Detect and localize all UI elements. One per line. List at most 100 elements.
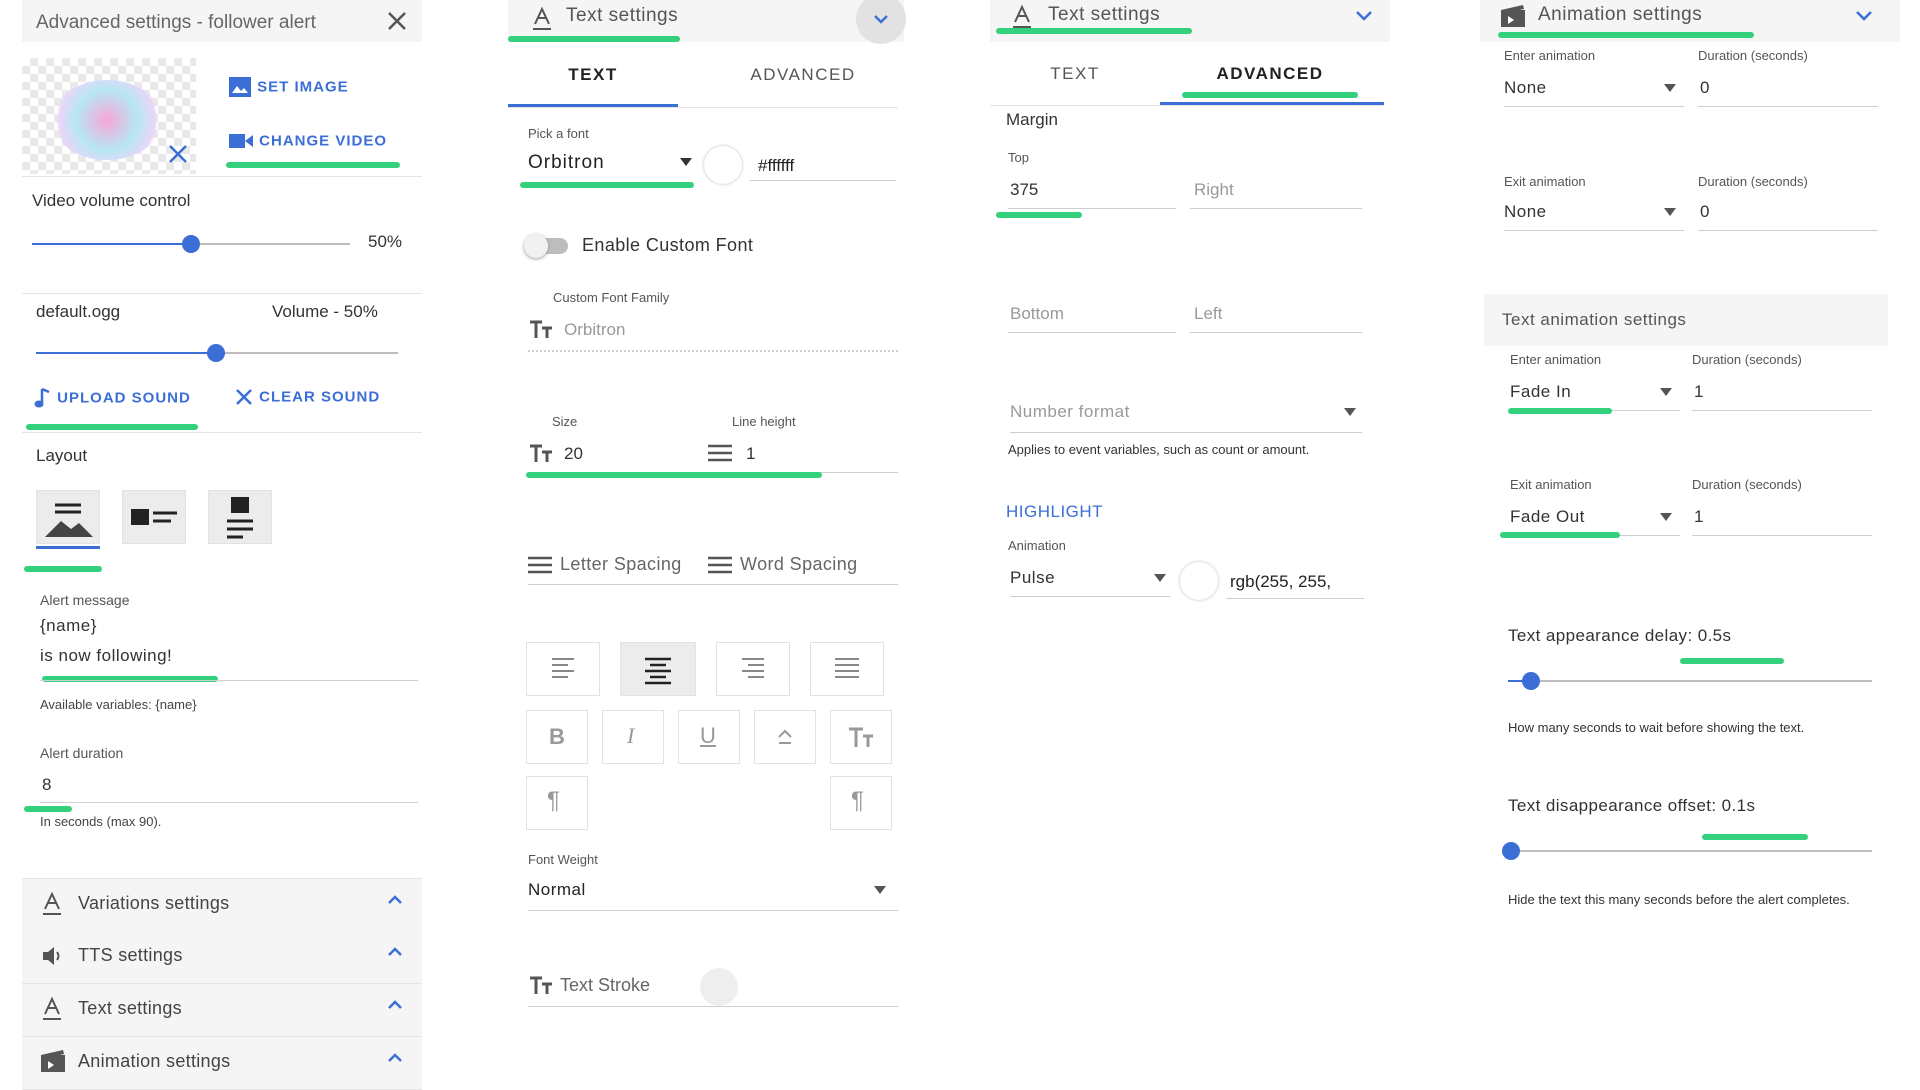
letter-spacing-input[interactable]: Letter Spacing xyxy=(560,554,682,575)
custom-font-family-input[interactable]: Orbitron xyxy=(564,320,625,340)
text-stroke-input[interactable]: Text Stroke xyxy=(560,975,650,996)
ltr-button[interactable]: ¶ xyxy=(526,776,588,830)
enable-custom-font-toggle[interactable] xyxy=(524,234,568,258)
chevron-up-icon xyxy=(386,891,404,909)
variations-settings-label: Variations settings xyxy=(78,893,230,913)
variations-settings-row[interactable]: Variations settings xyxy=(22,878,422,932)
alert-message-field[interactable]: {name} is now following! xyxy=(40,616,418,678)
upload-sound-button[interactable]: UPLOAD SOUND xyxy=(34,387,191,409)
margin-left-input[interactable]: Left xyxy=(1194,304,1222,324)
uppercase-button[interactable] xyxy=(754,710,816,764)
exit-duration-input[interactable]: 0 xyxy=(1700,202,1709,222)
disappearance-offset-help: Hide the text this many seconds before t… xyxy=(1508,892,1850,907)
caret-up-icon xyxy=(775,727,795,747)
alert-duration-help: In seconds (max 90). xyxy=(40,814,162,829)
panel-title: Text settings xyxy=(1048,4,1161,25)
margin-top-input[interactable]: 375 xyxy=(1010,180,1038,200)
size-label: Size xyxy=(552,414,578,429)
change-video-button[interactable]: CHANGE VIDEO xyxy=(228,132,387,150)
size-input[interactable]: 20 xyxy=(564,444,583,464)
video-volume-thumb[interactable] xyxy=(182,235,200,253)
dropdown-arrow-icon xyxy=(1154,574,1166,582)
dropdown-arrow-icon xyxy=(680,158,692,166)
disappearance-offset-thumb[interactable] xyxy=(1502,842,1520,860)
tts-settings-row[interactable]: TTS settings xyxy=(22,931,422,984)
enter-animation-select[interactable]: None xyxy=(1504,78,1684,107)
dropdown-arrow-icon xyxy=(874,886,886,894)
layout-option-image-left[interactable] xyxy=(122,490,186,544)
align-left-button[interactable] xyxy=(526,642,600,696)
font-weight-select[interactable]: Normal xyxy=(528,880,898,911)
rtl-button[interactable]: ¶ xyxy=(830,776,892,830)
italic-button[interactable]: I xyxy=(602,710,664,764)
layout-option-text-over-image[interactable] xyxy=(36,490,100,544)
font-size-icon xyxy=(528,318,554,340)
remove-media-icon[interactable] xyxy=(166,142,190,166)
highlight-color-swatch[interactable] xyxy=(1180,562,1218,600)
panel-header[interactable]: Text settings xyxy=(990,0,1390,42)
highlight-animation-select[interactable]: Pulse xyxy=(1010,568,1170,597)
text-format-icon xyxy=(1010,4,1034,30)
margin-right-input[interactable]: Right xyxy=(1194,180,1234,200)
bold-button[interactable]: B xyxy=(526,710,588,764)
text-settings-row[interactable]: Text settings xyxy=(22,984,422,1037)
dropdown-arrow-icon xyxy=(1664,84,1676,92)
video-volume-value: 50% xyxy=(368,232,403,251)
text-exit-duration-input[interactable]: 1 xyxy=(1694,507,1703,527)
number-format-select[interactable]: Number format xyxy=(1010,402,1362,433)
alert-duration-input[interactable]: 8 xyxy=(42,775,51,795)
clear-icon xyxy=(234,387,254,407)
underline-button[interactable]: U xyxy=(678,710,740,764)
tab-text[interactable]: TEXT xyxy=(508,65,678,85)
exit-animation-select[interactable]: None xyxy=(1504,202,1684,231)
animation-settings-panel: Animation settings Enter animation None … xyxy=(1480,0,1900,1080)
close-icon[interactable] xyxy=(384,8,410,34)
disappearance-offset-slider[interactable] xyxy=(1502,842,1872,860)
enable-custom-font-label: Enable Custom Font xyxy=(582,235,754,255)
appearance-delay-thumb[interactable] xyxy=(1522,672,1540,690)
music-note-icon xyxy=(34,387,52,409)
text-format-icon xyxy=(40,891,64,917)
tts-settings-label: TTS settings xyxy=(78,945,183,965)
alert-duration-label: Alert duration xyxy=(40,745,124,761)
align-justify-button[interactable] xyxy=(810,642,884,696)
video-volume-label: Video volume control xyxy=(32,191,191,210)
bold-icon: B xyxy=(549,724,565,749)
animation-settings-row[interactable]: Animation settings xyxy=(22,1037,422,1090)
sound-file-name: default.ogg xyxy=(36,302,121,321)
appearance-delay-slider[interactable] xyxy=(1508,672,1872,690)
highlight-color-input[interactable]: rgb(255, 255, xyxy=(1230,572,1331,592)
tab-text[interactable]: TEXT xyxy=(990,64,1160,84)
line-height-input[interactable]: 1 xyxy=(746,444,755,464)
margin-bottom-input[interactable]: Bottom xyxy=(1010,304,1064,324)
font-select[interactable]: Orbitron xyxy=(528,152,696,180)
layout-option-image-top[interactable] xyxy=(208,490,272,544)
video-volume-slider[interactable] xyxy=(32,235,350,253)
chevron-down-icon[interactable] xyxy=(856,0,906,44)
alert-message-label: Alert message xyxy=(40,592,130,608)
chevron-down-icon[interactable] xyxy=(1854,7,1874,23)
sound-volume-slider[interactable] xyxy=(36,344,398,362)
color-swatch[interactable] xyxy=(704,146,742,184)
text-enter-animation-select[interactable]: Fade In xyxy=(1510,382,1680,411)
text-transform-button[interactable] xyxy=(830,710,892,764)
align-right-button[interactable] xyxy=(716,642,790,696)
chevron-down-icon[interactable] xyxy=(1354,7,1374,23)
speaker-icon xyxy=(40,943,64,969)
clear-sound-button[interactable]: CLEAR SOUND xyxy=(234,387,380,407)
font-weight-label: Font Weight xyxy=(528,852,598,867)
sound-volume-thumb[interactable] xyxy=(207,344,225,362)
tab-advanced[interactable]: ADVANCED xyxy=(708,65,898,85)
word-spacing-input[interactable]: Word Spacing xyxy=(740,554,858,575)
enter-duration-input[interactable]: 0 xyxy=(1700,78,1709,98)
text-enter-duration-input[interactable]: 1 xyxy=(1694,382,1703,402)
tab-advanced[interactable]: ADVANCED xyxy=(1158,64,1382,84)
available-variables-hint: Available variables: {name} xyxy=(40,697,197,712)
set-image-button[interactable]: SET IMAGE xyxy=(228,76,349,98)
appearance-delay-label: Text appearance delay: 0.5s xyxy=(1508,626,1732,645)
text-stroke-color[interactable] xyxy=(700,968,738,1006)
margin-top-label: Top xyxy=(1008,150,1029,165)
letter-spacing-icon xyxy=(528,556,552,574)
font-color-input[interactable]: #ffffff xyxy=(758,156,794,176)
align-center-button[interactable] xyxy=(620,642,696,696)
